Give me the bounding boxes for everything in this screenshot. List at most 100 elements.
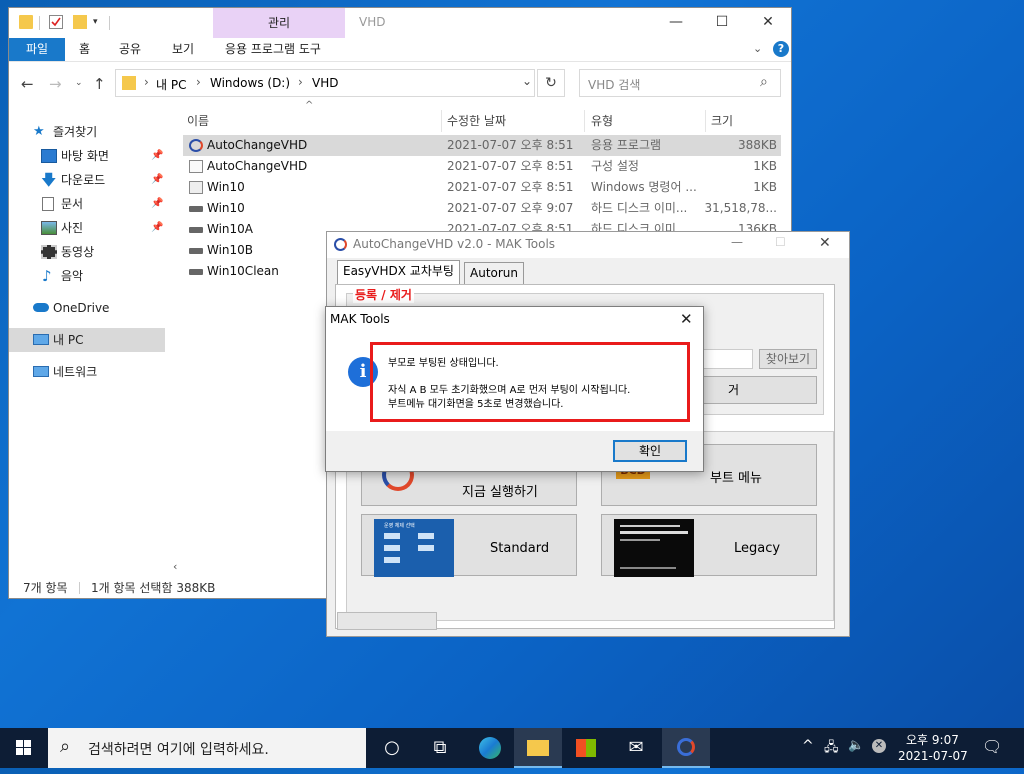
taskbar: ⌕ 검색하려면 여기에 입력하세요. ○ ⧉ ✉ ^ 🖧 🔈 ✕ 오후 9:07…: [0, 728, 1024, 768]
tab-easyvhdx[interactable]: EasyVHDX 교차부팅: [337, 260, 460, 284]
autochangevhd-taskbar-icon[interactable]: [662, 728, 710, 768]
address-bar[interactable]: › 내 PC › Windows (D:) › VHD ⌄: [115, 69, 535, 97]
sort-ascending-icon: ^: [305, 100, 314, 111]
file-type: 하드 디스크 이미...: [591, 201, 688, 215]
breadcrumb-this-pc[interactable]: 내 PC: [156, 76, 186, 93]
remove-button[interactable]: 거: [697, 376, 817, 404]
tab-autorun[interactable]: Autorun: [464, 262, 525, 284]
scroll-left-icon[interactable]: ‹: [173, 560, 177, 573]
up-arrow-icon[interactable]: ↑: [93, 75, 106, 93]
file-name: Win10Clean: [207, 264, 279, 278]
config-file-icon: [189, 160, 203, 173]
disk-image-icon: [189, 206, 203, 212]
breadcrumb-vhd[interactable]: VHD: [312, 76, 338, 90]
tab-home[interactable]: 홈: [69, 38, 100, 61]
col-divider[interactable]: [705, 110, 706, 132]
standard-button[interactable]: 운영 체제 선택 Standard: [361, 514, 577, 577]
table-row[interactable]: Win10 2021-07-07 오후 8:51 Windows 명령어 ...…: [183, 177, 781, 198]
new-folder-icon[interactable]: [73, 15, 87, 29]
nav-downloads[interactable]: 🡇 다운로드 📌: [9, 168, 165, 192]
nav-onedrive[interactable]: OneDrive: [9, 296, 165, 320]
close-icon[interactable]: ✕: [745, 8, 791, 38]
column-size[interactable]: 크기: [711, 110, 733, 132]
edge-icon[interactable]: [466, 728, 514, 768]
file-size: 1KB: [753, 180, 777, 194]
table-row[interactable]: Win10 2021-07-07 오후 9:07 하드 디스크 이미... 31…: [183, 198, 781, 219]
help-icon[interactable]: ?: [773, 41, 789, 57]
expand-ribbon-icon[interactable]: ⌄: [753, 42, 762, 55]
clock-time[interactable]: 오후 9:07: [906, 731, 959, 748]
mail-icon[interactable]: ✉: [612, 728, 660, 768]
path-input[interactable]: [697, 349, 753, 369]
show-hidden-icons[interactable]: ^: [802, 738, 814, 754]
address-dropdown-icon[interactable]: ⌄: [522, 74, 532, 88]
refresh-button[interactable]: ↻: [537, 69, 565, 97]
legacy-button[interactable]: Legacy: [601, 514, 817, 577]
computer-icon: [33, 334, 49, 345]
status-divider: [79, 582, 80, 594]
nav-label: 내 PC: [53, 333, 84, 347]
thumb-line: [620, 525, 680, 527]
breadcrumb-drive[interactable]: Windows (D:): [210, 76, 290, 90]
app-icon: [334, 238, 347, 251]
store-icon[interactable]: [562, 728, 610, 768]
notification-error-icon[interactable]: ✕: [872, 739, 886, 753]
nav-documents[interactable]: 문서 📌: [9, 192, 165, 216]
file-explorer-icon[interactable]: [514, 728, 562, 768]
tab-share[interactable]: 공유: [109, 38, 151, 61]
taskbar-search-input[interactable]: ⌕ 검색하려면 여기에 입력하세요.: [48, 728, 366, 768]
action-center-icon[interactable]: 🗨: [982, 737, 1002, 756]
qa-separator-2: [109, 16, 110, 30]
desktop-icon: [41, 149, 57, 163]
minimize-icon[interactable]: —: [731, 235, 743, 249]
close-icon[interactable]: ✕: [680, 310, 693, 328]
nav-music[interactable]: ♪ 음악: [9, 264, 165, 288]
column-name[interactable]: 이름: [187, 110, 209, 132]
task-view-icon[interactable]: ⧉: [416, 728, 464, 768]
nav-label: 다운로드: [61, 173, 106, 187]
tab-file[interactable]: 파일: [9, 38, 65, 61]
minimize-icon[interactable]: —: [653, 8, 699, 38]
browse-button[interactable]: 찾아보기: [759, 349, 817, 369]
maximize-icon[interactable]: ☐: [699, 8, 745, 38]
breadcrumb-sep-icon: ›: [144, 75, 149, 89]
search-input[interactable]: VHD 검색 ⌕: [579, 69, 781, 97]
file-date: 2021-07-07 오후 8:51: [447, 159, 574, 173]
recent-locations-icon[interactable]: ⌄: [75, 78, 83, 88]
manage-context-tab[interactable]: 관리: [213, 8, 345, 38]
mak-title-bar: AutoChangeVHD v2.0 - MAK Tools — ☐ ✕: [327, 232, 849, 258]
forward-arrow-icon[interactable]: →: [49, 75, 62, 93]
volume-muted-icon[interactable]: 🔈: [848, 738, 864, 753]
nav-pictures[interactable]: 사진 📌: [9, 216, 165, 240]
column-date[interactable]: 수정한 날짜: [447, 110, 506, 132]
col-divider[interactable]: [584, 110, 585, 132]
table-row[interactable]: AutoChangeVHD 2021-07-07 오후 8:51 구성 설정 1…: [183, 156, 781, 177]
col-divider[interactable]: [441, 110, 442, 132]
tab-app-tools[interactable]: 응용 프로그램 도구: [215, 38, 331, 61]
start-button[interactable]: [0, 728, 48, 768]
nav-desktop[interactable]: 바탕 화면 📌: [9, 144, 165, 168]
cortana-icon[interactable]: ○: [368, 728, 416, 768]
thumb-tile: [418, 545, 434, 551]
column-type[interactable]: 유형: [591, 110, 613, 132]
nav-label: 즐겨찾기: [53, 125, 98, 139]
nav-quick-access[interactable]: ★ 즐겨찾기: [9, 120, 165, 144]
maximize-icon[interactable]: ☐: [775, 235, 786, 249]
nav-videos[interactable]: 동영상: [9, 240, 165, 264]
nav-network[interactable]: 네트워크: [9, 360, 165, 384]
thumb-title: 운영 체제 선택: [384, 523, 415, 529]
disk-image-icon: [189, 269, 203, 275]
properties-icon[interactable]: [49, 15, 63, 29]
clock-date[interactable]: 2021-07-07: [898, 749, 968, 763]
customize-qa-icon[interactable]: ▾: [93, 17, 98, 27]
dialog-title: MAK Tools: [330, 312, 390, 326]
nav-this-pc[interactable]: 내 PC: [9, 328, 165, 352]
close-icon[interactable]: ✕: [819, 235, 831, 251]
tab-view[interactable]: 보기: [162, 38, 204, 61]
file-type: Windows 명령어 ...: [591, 180, 697, 194]
ok-button[interactable]: 확인: [613, 440, 687, 462]
network-icon[interactable]: 🖧: [824, 738, 839, 760]
table-row[interactable]: AutoChangeVHD 2021-07-07 오후 8:51 응용 프로그램…: [183, 135, 781, 156]
back-arrow-icon[interactable]: ←: [21, 75, 34, 93]
document-icon: [42, 197, 54, 211]
